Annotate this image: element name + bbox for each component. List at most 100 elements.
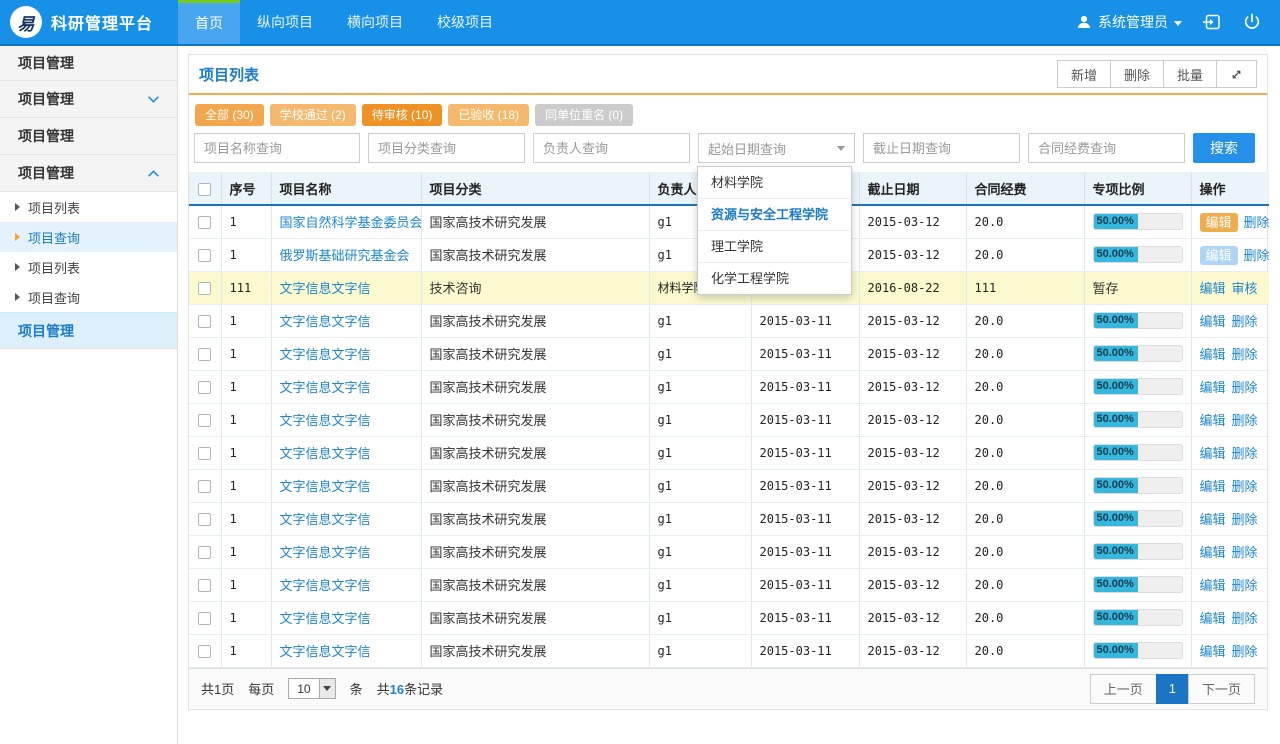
row-checkbox[interactable]: [198, 447, 211, 460]
nav-tab[interactable]: 校级项目: [420, 0, 510, 44]
sidebar-group[interactable]: 项目管理: [0, 312, 177, 349]
row-checkbox[interactable]: [198, 315, 211, 328]
sidebar-item[interactable]: 项目查询: [0, 222, 177, 252]
toolbar-button[interactable]: 新增: [1057, 60, 1111, 88]
project-name-link[interactable]: 文字信息文字信: [280, 347, 371, 362]
project-name-link[interactable]: 文字信息文字信: [280, 578, 371, 593]
filter-tab[interactable]: 已验收 (18): [448, 104, 529, 126]
project-name-link[interactable]: 文字信息文字信: [280, 479, 371, 494]
row-checkbox[interactable]: [198, 645, 211, 658]
edit-action[interactable]: 编辑: [1200, 213, 1238, 232]
delete-action[interactable]: 删除: [1232, 512, 1258, 527]
toolbar-button[interactable]: 删除: [1110, 60, 1164, 88]
project-name-link[interactable]: 文字信息文字信: [280, 512, 371, 527]
start-date-select[interactable]: 起始日期查询: [698, 133, 855, 163]
project-name-link[interactable]: 文字信息文字信: [280, 644, 371, 659]
project-name-link[interactable]: 文字信息文字信: [280, 380, 371, 395]
sidebar-group[interactable]: 项目管理: [0, 155, 177, 192]
delete-action[interactable]: 删除: [1232, 446, 1258, 461]
delete-action[interactable]: 删除: [1232, 611, 1258, 626]
review-action[interactable]: 审核: [1232, 281, 1258, 296]
prev-page-button[interactable]: 上一页: [1090, 674, 1157, 704]
current-page-button[interactable]: 1: [1156, 674, 1189, 704]
project-name-link[interactable]: 俄罗斯基础研究基金会: [280, 248, 410, 263]
select-all-checkbox[interactable]: [198, 183, 211, 196]
row-checkbox[interactable]: [198, 282, 211, 295]
search-input[interactable]: [1028, 133, 1185, 163]
edit-action[interactable]: 编辑: [1200, 512, 1226, 527]
per-page-caret-icon[interactable]: [319, 679, 335, 698]
project-name-link[interactable]: 文字信息文字信: [280, 281, 371, 296]
search-input[interactable]: [194, 133, 360, 163]
per-page-select[interactable]: 10: [288, 678, 335, 699]
row-checkbox[interactable]: [198, 414, 211, 427]
project-name-link[interactable]: 文字信息文字信: [280, 545, 371, 560]
search-input[interactable]: [368, 133, 525, 163]
edit-action[interactable]: 编辑: [1200, 479, 1226, 494]
sidebar-group[interactable]: 项目管理: [0, 118, 177, 155]
row-checkbox[interactable]: [198, 612, 211, 625]
expand-button[interactable]: [1216, 60, 1257, 88]
row-checkbox[interactable]: [198, 513, 211, 526]
project-name-link[interactable]: 文字信息文字信: [280, 314, 371, 329]
sidebar-item[interactable]: 项目列表: [0, 192, 177, 222]
filter-tab[interactable]: 同单位重名 (0): [535, 104, 633, 126]
search-input[interactable]: [533, 133, 690, 163]
start-date-cell: 2015-03-11: [751, 370, 859, 403]
delete-action[interactable]: 删除: [1232, 314, 1258, 329]
row-checkbox[interactable]: [198, 249, 211, 262]
delete-action[interactable]: 删除: [1244, 215, 1269, 230]
delete-action[interactable]: 删除: [1244, 248, 1269, 263]
edit-action[interactable]: 编辑: [1200, 578, 1226, 593]
row-checkbox[interactable]: [198, 546, 211, 559]
power-icon[interactable]: [1242, 12, 1262, 32]
sidebar-group[interactable]: 项目管理: [0, 44, 177, 81]
next-page-button[interactable]: 下一页: [1188, 674, 1255, 704]
nav-tab[interactable]: 纵向项目: [240, 0, 330, 44]
filter-tab[interactable]: 待审核 (10): [362, 104, 443, 126]
filter-tab[interactable]: 全部 (30): [195, 104, 264, 126]
sidebar-group[interactable]: 项目管理: [0, 81, 177, 118]
search-button[interactable]: 搜索: [1193, 133, 1255, 163]
delete-action[interactable]: 删除: [1232, 347, 1258, 362]
delete-action[interactable]: 删除: [1232, 479, 1258, 494]
delete-action[interactable]: 删除: [1232, 644, 1258, 659]
switch-account-icon[interactable]: [1202, 12, 1222, 32]
edit-action[interactable]: 编辑: [1200, 413, 1226, 428]
row-checkbox[interactable]: [198, 216, 211, 229]
dropdown-option[interactable]: 资源与安全工程学院: [698, 199, 851, 231]
sidebar-item[interactable]: 项目查询: [0, 282, 177, 312]
nav-tab[interactable]: 横向项目: [330, 0, 420, 44]
edit-action[interactable]: 编辑: [1200, 281, 1226, 296]
sidebar-item[interactable]: 项目列表: [0, 252, 177, 282]
nav-tab[interactable]: 首页: [178, 0, 240, 44]
row-checkbox[interactable]: [198, 579, 211, 592]
filter-tab[interactable]: 学校通过 (2): [270, 104, 356, 126]
edit-action[interactable]: 编辑: [1200, 380, 1226, 395]
edit-action[interactable]: 编辑: [1200, 611, 1226, 626]
dropdown-option[interactable]: 材料学院: [698, 167, 851, 199]
edit-action[interactable]: 编辑: [1200, 446, 1226, 461]
delete-action[interactable]: 删除: [1232, 380, 1258, 395]
edit-action[interactable]: 编辑: [1200, 644, 1226, 659]
project-name-link[interactable]: 国家自然科学基金委员会: [280, 215, 422, 230]
toolbar-button[interactable]: 批量: [1163, 60, 1217, 88]
progress-label: 50.00%: [1097, 313, 1134, 328]
search-input[interactable]: [863, 133, 1020, 163]
edit-action[interactable]: 编辑: [1200, 246, 1238, 265]
row-checkbox[interactable]: [198, 381, 211, 394]
delete-action[interactable]: 删除: [1232, 545, 1258, 560]
row-checkbox[interactable]: [198, 480, 211, 493]
delete-action[interactable]: 删除: [1232, 413, 1258, 428]
project-name-link[interactable]: 文字信息文字信: [280, 446, 371, 461]
delete-action[interactable]: 删除: [1232, 578, 1258, 593]
dropdown-option[interactable]: 化学工程学院: [698, 263, 851, 294]
edit-action[interactable]: 编辑: [1200, 347, 1226, 362]
project-name-link[interactable]: 文字信息文字信: [280, 413, 371, 428]
user-menu[interactable]: 系统管理员: [1076, 12, 1182, 32]
row-checkbox[interactable]: [198, 348, 211, 361]
project-name-link[interactable]: 文字信息文字信: [280, 611, 371, 626]
dropdown-option[interactable]: 理工学院: [698, 231, 851, 263]
edit-action[interactable]: 编辑: [1200, 545, 1226, 560]
edit-action[interactable]: 编辑: [1200, 314, 1226, 329]
